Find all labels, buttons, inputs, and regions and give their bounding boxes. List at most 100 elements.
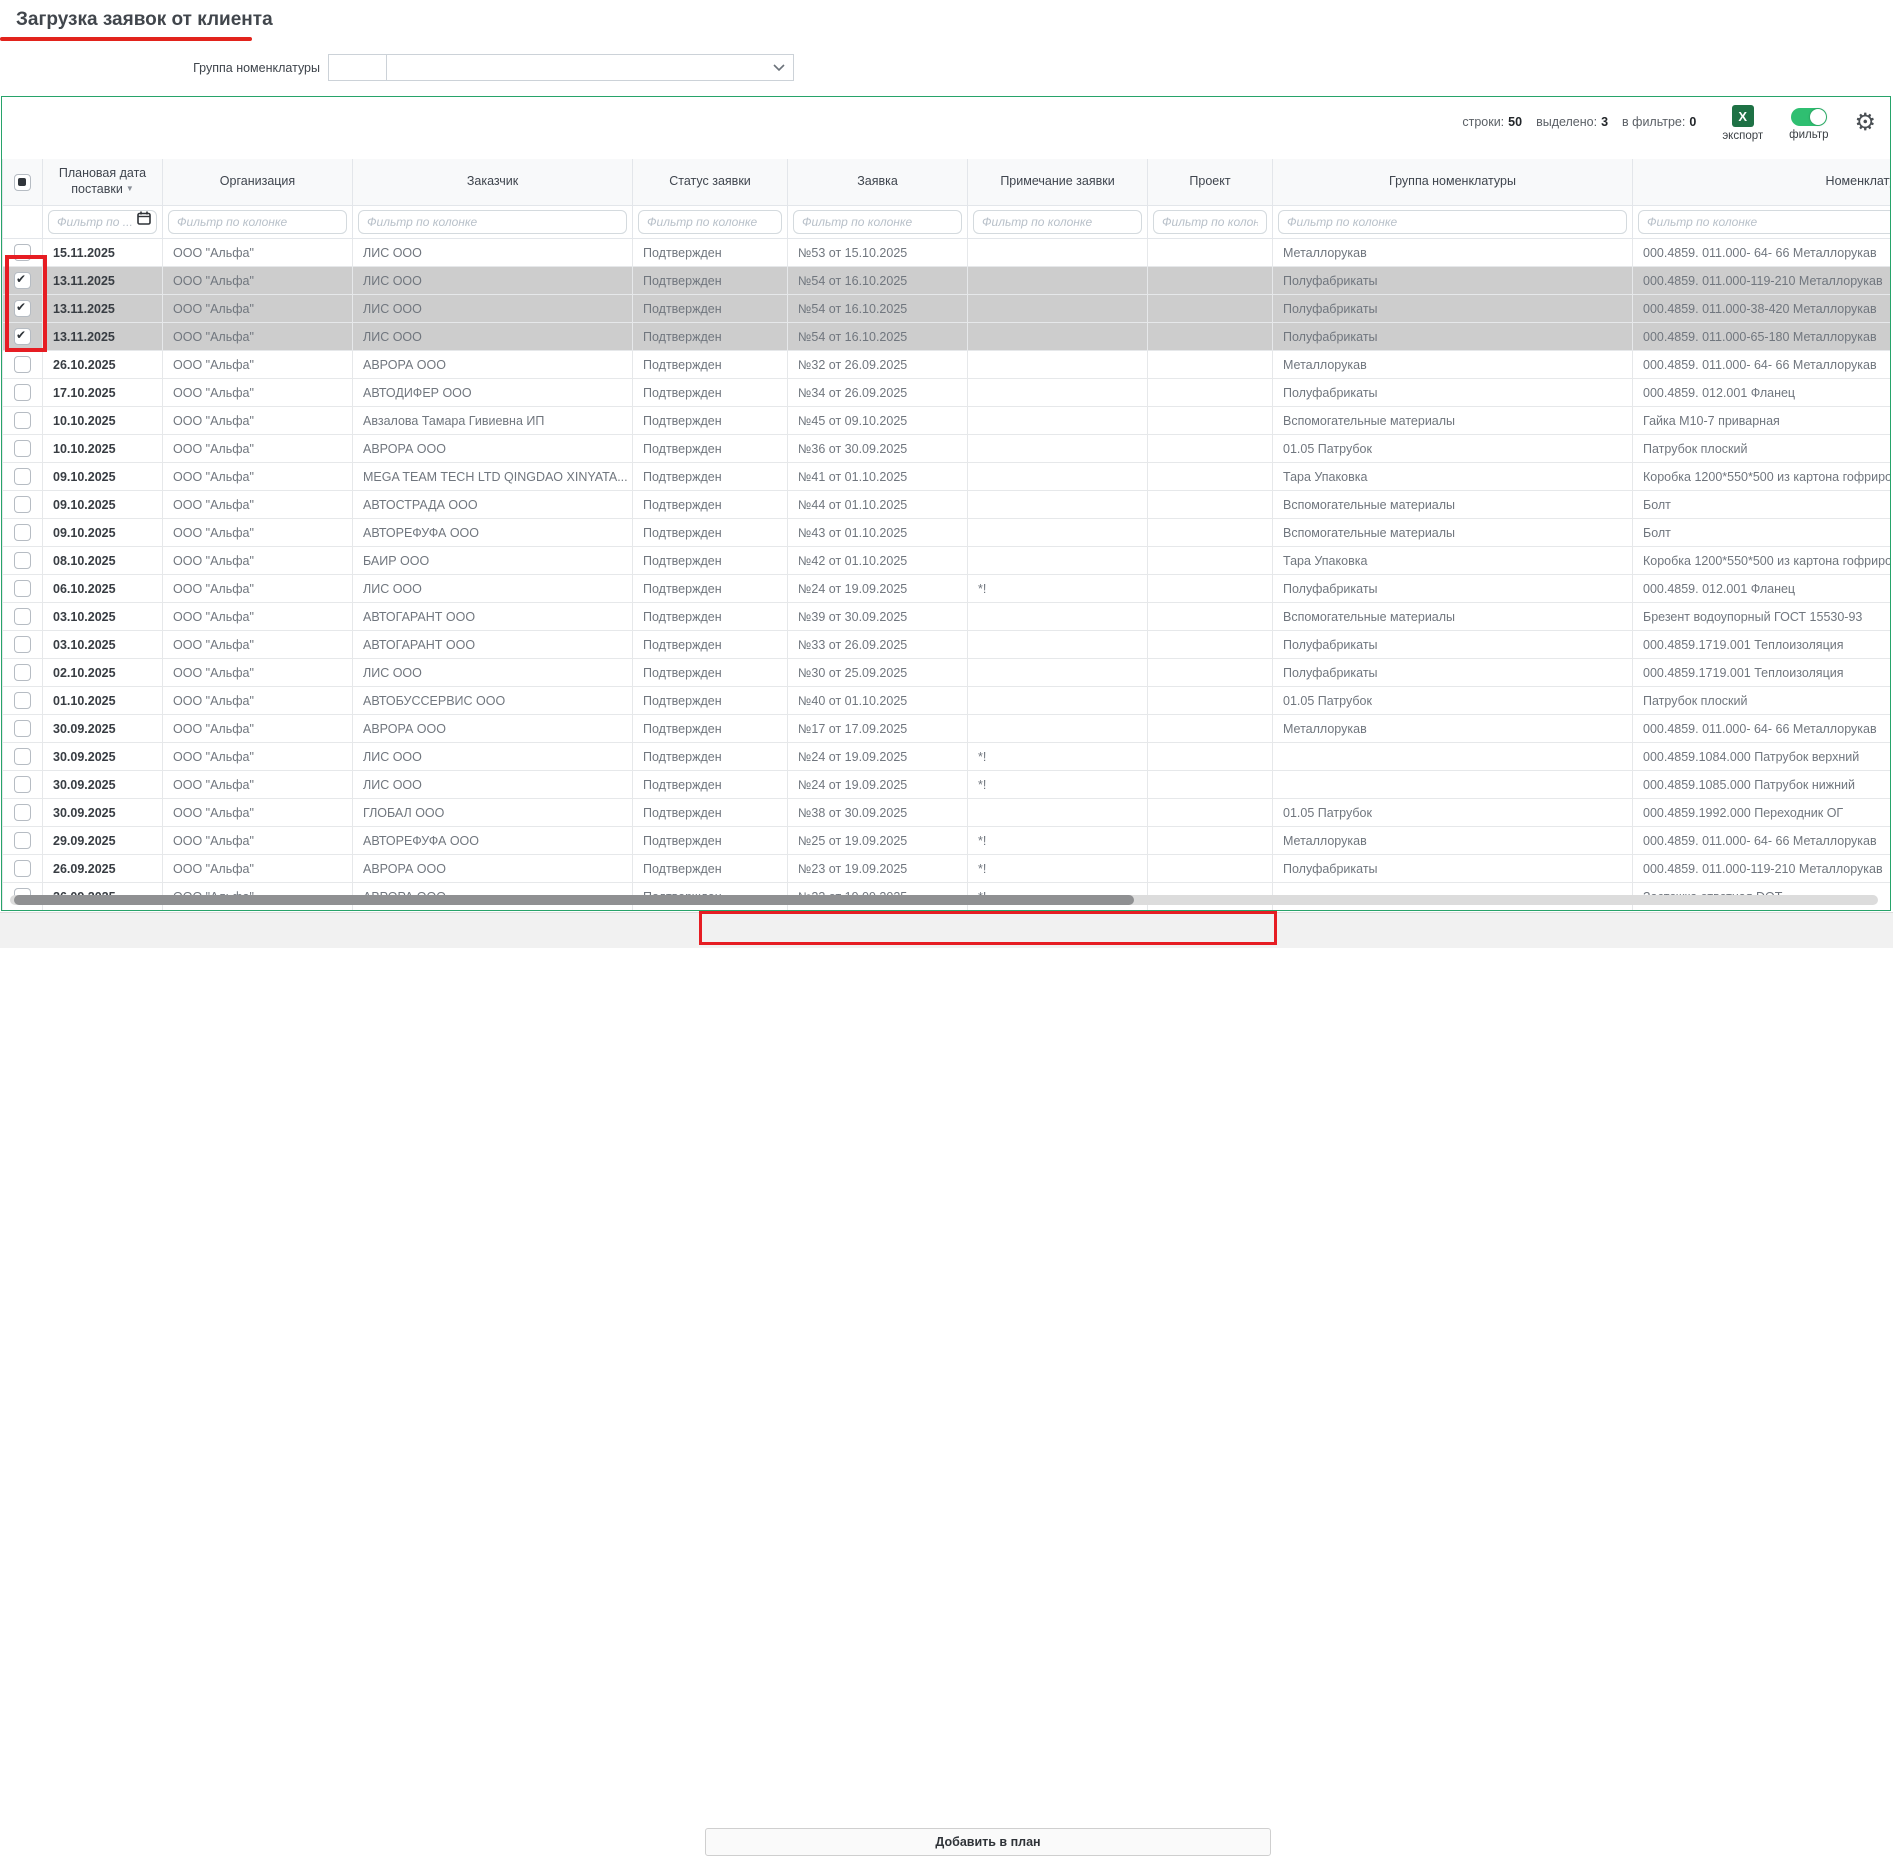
row-checkbox-cell[interactable] [3, 351, 43, 379]
col-header-customer[interactable]: Заказчик [353, 159, 633, 206]
row-checkbox[interactable] [14, 608, 31, 625]
row-checkbox[interactable] [14, 860, 31, 877]
table-row[interactable]: 06.10.2025 ООО "Альфа" ЛИС ООО Подтвержд… [3, 575, 1892, 603]
table-row[interactable]: 29.09.2025 ООО "Альфа" АВТОРЕФУФА ООО По… [3, 827, 1892, 855]
horizontal-scrollbar-thumb[interactable] [14, 895, 1134, 905]
row-checkbox-cell[interactable] [3, 491, 43, 519]
row-checkbox-cell[interactable] [3, 855, 43, 883]
table-row[interactable]: 26.10.2025 ООО "Альфа" АВРОРА ООО Подтве… [3, 351, 1892, 379]
table-row[interactable]: 09.10.2025 ООО "Альфа" АВТОСТРАДА ООО По… [3, 491, 1892, 519]
row-checkbox-cell[interactable] [3, 323, 43, 351]
row-checkbox[interactable] [14, 832, 31, 849]
col-header-group[interactable]: Группа номенклатуры [1273, 159, 1633, 206]
table-row[interactable]: 08.10.2025 ООО "Альфа" БАИР ООО Подтверж… [3, 547, 1892, 575]
group-select[interactable] [386, 54, 794, 81]
project-filter-input[interactable] [1153, 210, 1267, 234]
row-checkbox-cell[interactable] [3, 715, 43, 743]
table-row[interactable]: 01.10.2025 ООО "Альфа" АВТОБУССЕРВИС ООО… [3, 687, 1892, 715]
row-checkbox[interactable] [14, 412, 31, 429]
calendar-icon[interactable] [137, 211, 151, 225]
note-filter-input[interactable] [973, 210, 1142, 234]
row-checkbox-cell[interactable] [3, 379, 43, 407]
table-row[interactable]: 15.11.2025 ООО "Альфа" ЛИС ООО Подтвержд… [3, 239, 1892, 267]
row-checkbox-cell[interactable] [3, 575, 43, 603]
row-checkbox[interactable] [14, 272, 31, 289]
row-checkbox-cell[interactable] [3, 435, 43, 463]
row-checkbox-cell[interactable] [3, 547, 43, 575]
row-checkbox-cell[interactable] [3, 295, 43, 323]
table-row[interactable]: 03.10.2025 ООО "Альфа" АВТОГАРАНТ ООО По… [3, 631, 1892, 659]
col-header-org[interactable]: Организация [163, 159, 353, 206]
row-checkbox[interactable] [14, 244, 31, 261]
row-checkbox[interactable] [14, 524, 31, 541]
group-filter-input[interactable] [1278, 210, 1627, 234]
row-checkbox-cell[interactable] [3, 603, 43, 631]
table-row[interactable]: 30.09.2025 ООО "Альфа" ЛИС ООО Подтвержд… [3, 743, 1892, 771]
table-row[interactable]: 10.10.2025 ООО "Альфа" АВРОРА ООО Подтве… [3, 435, 1892, 463]
table-row[interactable]: 13.11.2025 ООО "Альфа" ЛИС ООО Подтвержд… [3, 323, 1892, 351]
horizontal-scrollbar[interactable] [10, 895, 1878, 905]
table-row[interactable]: 03.10.2025 ООО "Альфа" АВТОГАРАНТ ООО По… [3, 603, 1892, 631]
row-checkbox[interactable] [14, 748, 31, 765]
toggle-on-icon[interactable] [1791, 108, 1827, 126]
row-checkbox[interactable] [14, 384, 31, 401]
col-header-project[interactable]: Проект [1148, 159, 1273, 206]
excel-export-icon[interactable]: X [1732, 105, 1754, 127]
org-filter-input[interactable] [168, 210, 347, 234]
row-checkbox-cell[interactable] [3, 407, 43, 435]
row-checkbox-cell[interactable] [3, 267, 43, 295]
row-checkbox-cell[interactable] [3, 239, 43, 267]
row-checkbox[interactable] [14, 664, 31, 681]
cell-status: Подтвержден [633, 239, 788, 267]
row-checkbox-cell[interactable] [3, 743, 43, 771]
row-checkbox[interactable] [14, 300, 31, 317]
row-checkbox[interactable] [14, 496, 31, 513]
customer-filter-input[interactable] [358, 210, 627, 234]
table-row[interactable]: 09.10.2025 ООО "Альфа" MEGA TEAM TECH LT… [3, 463, 1892, 491]
filter-toggle[interactable]: фильтр [1789, 105, 1828, 141]
col-header-date[interactable]: Плановая дата поставки▼ [43, 159, 163, 206]
row-checkbox[interactable] [14, 580, 31, 597]
row-checkbox[interactable] [14, 356, 31, 373]
export-button[interactable]: X экспорт [1722, 105, 1763, 142]
row-checkbox[interactable] [14, 552, 31, 569]
table-row[interactable]: 10.10.2025 ООО "Альфа" Авзалова Тамара Г… [3, 407, 1892, 435]
row-checkbox[interactable] [14, 468, 31, 485]
row-checkbox-cell[interactable] [3, 659, 43, 687]
col-header-status[interactable]: Статус заявки [633, 159, 788, 206]
row-checkbox[interactable] [14, 636, 31, 653]
table-row[interactable]: 30.09.2025 ООО "Альфа" ГЛОБАЛ ООО Подтве… [3, 799, 1892, 827]
table-row[interactable]: 13.11.2025 ООО "Альфа" ЛИС ООО Подтвержд… [3, 295, 1892, 323]
row-checkbox[interactable] [14, 440, 31, 457]
select-all-header[interactable] [3, 159, 43, 206]
row-checkbox-cell[interactable] [3, 771, 43, 799]
table-row[interactable]: 26.09.2025 ООО "Альфа" АВРОРА ООО Подтве… [3, 855, 1892, 883]
row-checkbox-cell[interactable] [3, 519, 43, 547]
status-filter-input[interactable] [638, 210, 782, 234]
add-to-plan-button[interactable]: Добавить в план [705, 1828, 1271, 1856]
table-row[interactable]: 30.09.2025 ООО "Альфа" АВРОРА ООО Подтве… [3, 715, 1892, 743]
table-row[interactable]: 02.10.2025 ООО "Альфа" ЛИС ООО Подтвержд… [3, 659, 1892, 687]
table-row[interactable]: 09.10.2025 ООО "Альфа" АВТОРЕФУФА ООО По… [3, 519, 1892, 547]
request-filter-input[interactable] [793, 210, 962, 234]
col-header-request[interactable]: Заявка [788, 159, 968, 206]
nomenclature-filter-input[interactable] [1638, 210, 1891, 234]
col-header-nomenclature[interactable]: Номенклатура [1633, 159, 1892, 206]
row-checkbox-cell[interactable] [3, 463, 43, 491]
row-checkbox[interactable] [14, 328, 31, 345]
table-row[interactable]: 17.10.2025 ООО "Альфа" АВТОДИФЕР ООО Под… [3, 379, 1892, 407]
row-checkbox[interactable] [14, 720, 31, 737]
row-checkbox[interactable] [14, 692, 31, 709]
table-row[interactable]: 13.11.2025 ООО "Альфа" ЛИС ООО Подтвержд… [3, 267, 1892, 295]
row-checkbox-cell[interactable] [3, 827, 43, 855]
select-all-checkbox[interactable] [14, 174, 31, 191]
row-checkbox-cell[interactable] [3, 687, 43, 715]
group-code-input[interactable] [328, 54, 386, 81]
table-row[interactable]: 30.09.2025 ООО "Альфа" ЛИС ООО Подтвержд… [3, 771, 1892, 799]
row-checkbox[interactable] [14, 804, 31, 821]
row-checkbox-cell[interactable] [3, 799, 43, 827]
row-checkbox-cell[interactable] [3, 631, 43, 659]
row-checkbox[interactable] [14, 776, 31, 793]
col-header-note[interactable]: Примечание заявки [968, 159, 1148, 206]
gear-icon[interactable]: ⚙ [1854, 111, 1876, 135]
